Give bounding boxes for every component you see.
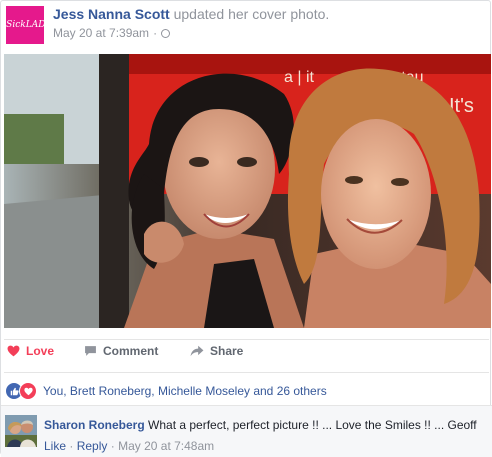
- comment-body: Sharon Roneberg What a perfect, perfect …: [44, 418, 477, 432]
- comment-like-link[interactable]: Like: [44, 439, 66, 453]
- meta-separator: ·: [153, 26, 158, 40]
- post-action-text: updated her cover photo.: [173, 6, 330, 22]
- comment-section: Sharon Roneberg What a perfect, perfect …: [1, 405, 492, 457]
- reactions-summary[interactable]: You, Brett Roneberg, Michelle Moseley an…: [5, 382, 327, 400]
- author-avatar[interactable]: #SickLADY: [6, 6, 44, 44]
- comment-label: Comment: [103, 344, 159, 358]
- sign-text-1: a | it: [284, 69, 315, 86]
- comment-timestamp[interactable]: May 20 at 7:48am: [118, 439, 214, 453]
- heart-icon: [7, 345, 20, 357]
- commenter-name-link[interactable]: Sharon Roneberg: [44, 418, 145, 432]
- commenter-avatar-image: [5, 415, 37, 447]
- love-label: Love: [26, 344, 55, 358]
- post-timestamp[interactable]: May 20 at 7:39am: [53, 26, 149, 40]
- post-meta: May 20 at 7:39am ·: [53, 26, 171, 40]
- reactions-text: You, Brett Roneberg, Michelle Moseley an…: [43, 384, 327, 398]
- divider-middle: [4, 372, 489, 373]
- cover-photo-image: a | it restau It's: [4, 54, 491, 328]
- comment-button[interactable]: Comment: [84, 344, 158, 358]
- comment-reply-link[interactable]: Reply: [77, 439, 108, 453]
- divider-top: [4, 339, 489, 340]
- comment-meta-separator-1: ·: [69, 439, 74, 453]
- author-name-link[interactable]: Jess Nanna Scott: [53, 6, 170, 22]
- globe-icon[interactable]: [161, 28, 171, 38]
- comment-meta-separator-2: ·: [110, 439, 115, 453]
- share-icon: [190, 345, 204, 357]
- avatar-logo-text: #SickLADY: [6, 20, 44, 30]
- cover-photo[interactable]: a | it restau It's: [4, 54, 491, 328]
- comment-meta: Like · Reply · May 20 at 7:48am: [44, 439, 214, 453]
- post-header: Jess Nanna Scott updated her cover photo…: [53, 6, 329, 22]
- post-actions-bar: Love Comment Share: [1, 344, 492, 366]
- love-reaction-icon: [19, 382, 37, 400]
- feed-post: #SickLADY Jess Nanna Scott updated her c…: [0, 0, 492, 457]
- commenter-avatar[interactable]: [5, 415, 37, 447]
- comment-icon: [85, 346, 96, 356]
- comment-text: What a perfect, perfect picture !! ... L…: [148, 418, 477, 432]
- share-button[interactable]: Share: [190, 344, 243, 358]
- love-button[interactable]: Love: [7, 344, 54, 358]
- share-label: Share: [210, 344, 244, 358]
